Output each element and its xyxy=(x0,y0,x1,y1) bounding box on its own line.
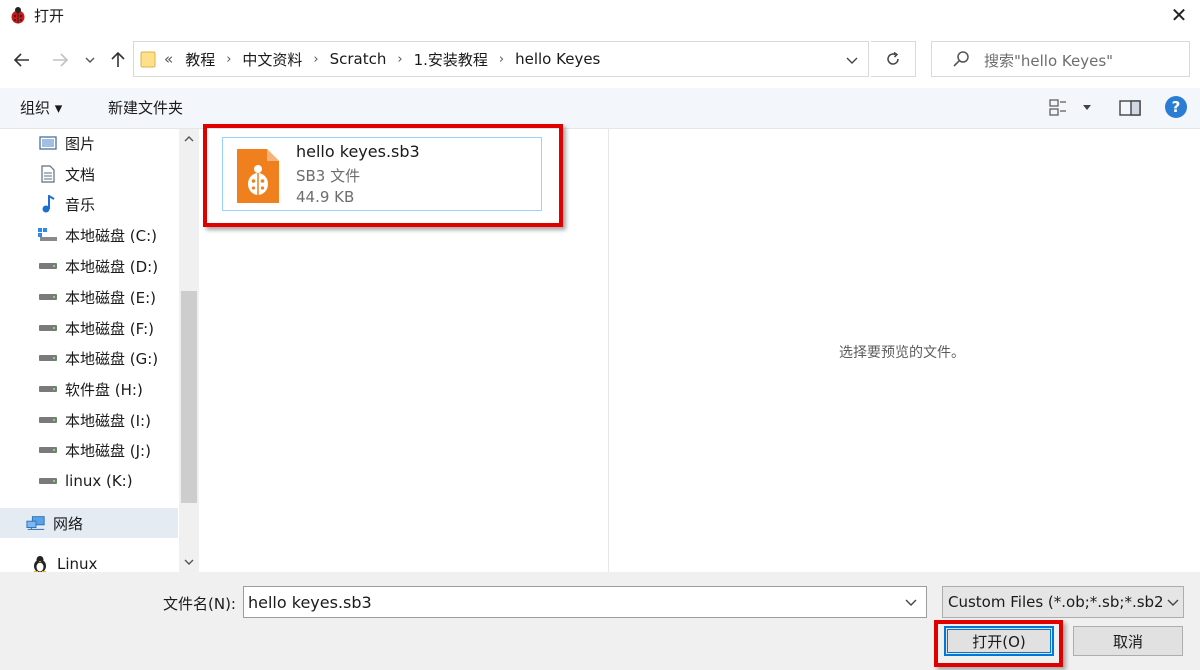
preview-pane-icon xyxy=(1119,100,1141,116)
chevron-right-icon[interactable]: › xyxy=(397,52,402,67)
refresh-button[interactable] xyxy=(871,41,916,77)
folder-icon xyxy=(140,51,156,68)
annotation-highlight-open-button xyxy=(934,620,1063,667)
refresh-icon xyxy=(887,51,899,65)
documents-icon xyxy=(38,165,58,183)
chevron-down-icon xyxy=(1167,599,1179,606)
nav-item-drive-j[interactable]: 本地磁盘 (J:) xyxy=(38,436,151,464)
preview-message: 选择要预览的文件。 xyxy=(839,345,965,361)
nav-item-drive-i[interactable]: 本地磁盘 (I:) xyxy=(38,406,151,434)
nav-item-drive-g[interactable]: 本地磁盘 (G:) xyxy=(38,344,158,372)
breadcrumb-item[interactable]: 教程 xyxy=(185,49,215,70)
arrow-right-icon xyxy=(53,53,68,67)
network-icon xyxy=(26,515,46,531)
file-type-filter-value: Custom Files (*.ob;*.sb;*.sb2; xyxy=(948,593,1169,611)
filename-label: 文件名(N): xyxy=(163,595,236,613)
nav-item-drive-d[interactable]: 本地磁盘 (D:) xyxy=(38,252,158,280)
chevron-up-icon xyxy=(184,136,194,142)
linux-penguin-icon xyxy=(30,556,50,573)
nav-item-drive-h[interactable]: 软件盘 (H:) xyxy=(38,375,143,403)
back-button[interactable] xyxy=(8,46,36,74)
close-icon: ✕ xyxy=(1170,3,1188,27)
breadcrumb-overflow[interactable]: « xyxy=(164,50,173,68)
close-button[interactable]: ✕ xyxy=(1158,0,1200,30)
address-history-dropdown[interactable] xyxy=(838,46,866,74)
help-icon: ? xyxy=(1171,98,1181,116)
pictures-icon xyxy=(38,135,58,151)
organize-menu-button[interactable]: 组织 ▾ xyxy=(20,97,62,118)
scrollbar-thumb[interactable] xyxy=(181,291,197,503)
new-folder-button[interactable]: 新建文件夹 xyxy=(108,97,183,118)
chevron-down-icon xyxy=(846,57,858,64)
nav-item-drive-c[interactable]: 本地磁盘 (C:) xyxy=(38,221,157,249)
title-bar: 打开 ✕ xyxy=(0,0,1200,30)
chevron-down-icon xyxy=(905,599,917,606)
breadcrumb-item[interactable]: hello Keyes xyxy=(515,50,600,68)
arrow-up-icon xyxy=(111,52,125,67)
up-folder-button[interactable] xyxy=(104,46,132,74)
drive-icon xyxy=(38,442,58,458)
chevron-right-icon[interactable]: › xyxy=(226,52,231,67)
cancel-button[interactable]: 取消 xyxy=(1073,626,1183,656)
breadcrumb-item[interactable]: 中文资料 xyxy=(242,49,302,70)
music-icon xyxy=(38,195,58,213)
nav-scrollbar[interactable] xyxy=(179,129,199,572)
drive-icon xyxy=(38,412,58,428)
filter-dropdown-arrow[interactable] xyxy=(1163,587,1183,617)
annotation-highlight-file xyxy=(203,124,563,227)
nav-item-pictures[interactable]: 图片 xyxy=(38,129,95,157)
preview-pane-button[interactable] xyxy=(1118,96,1142,120)
chevron-right-icon[interactable]: › xyxy=(499,52,504,67)
drive-icon xyxy=(38,258,58,274)
drive-icon xyxy=(38,289,58,305)
help-button[interactable]: ? xyxy=(1165,96,1187,118)
window-title: 打开 xyxy=(34,7,65,25)
chevron-down-icon xyxy=(184,559,194,565)
scroll-down-button[interactable] xyxy=(179,552,199,572)
arrow-left-icon xyxy=(14,53,29,67)
change-view-button[interactable] xyxy=(1048,96,1094,120)
chevron-right-icon[interactable]: › xyxy=(313,52,318,67)
search-icon xyxy=(953,51,969,67)
nav-item-music[interactable]: 音乐 xyxy=(38,190,95,218)
breadcrumb-item[interactable]: 1.安装教程 xyxy=(414,49,488,70)
nav-item-drive-k[interactable]: linux (K:) xyxy=(38,467,133,495)
file-type-filter-select[interactable]: Custom Files (*.ob;*.sb;*.sb2; xyxy=(942,586,1184,618)
nav-item-documents[interactable]: 文档 xyxy=(38,160,95,188)
nav-item-drive-e[interactable]: 本地磁盘 (E:) xyxy=(38,283,156,311)
address-bar[interactable]: « 教程 › 中文资料 › Scratch › 1.安装教程 › hello K… xyxy=(133,41,869,77)
drive-icon xyxy=(38,320,58,336)
drive-icon xyxy=(38,473,58,489)
breadcrumb-item[interactable]: Scratch xyxy=(330,50,387,68)
breadcrumb: « 教程 › 中文资料 › Scratch › 1.安装教程 › hello K… xyxy=(164,42,600,76)
filename-input[interactable] xyxy=(243,586,927,618)
nav-item-network[interactable]: 网络 xyxy=(26,509,83,537)
preview-pane: 选择要预览的文件。 xyxy=(608,129,1200,572)
filename-history-dropdown[interactable] xyxy=(898,589,924,615)
search-box[interactable]: 搜索"hello Keyes" xyxy=(931,41,1190,77)
scroll-up-button[interactable] xyxy=(179,129,199,149)
drive-icon xyxy=(38,350,58,366)
view-options-icon xyxy=(1049,99,1091,116)
toolbar: 组织 ▾ 新建文件夹 ? xyxy=(0,88,1200,129)
forward-button[interactable] xyxy=(46,46,74,74)
recent-locations-button[interactable] xyxy=(80,46,100,74)
navigation-pane: 图片 文档 音乐 本地磁盘 (C:) 本地磁盘 (D:) 本地磁盘 (E:) 本… xyxy=(0,129,199,573)
system-drive-icon xyxy=(38,227,58,243)
ladybug-app-icon xyxy=(11,7,25,24)
drive-icon xyxy=(38,381,58,397)
chevron-down-icon xyxy=(85,57,95,63)
nav-item-drive-f[interactable]: 本地磁盘 (F:) xyxy=(38,314,154,342)
search-placeholder: 搜索"hello Keyes" xyxy=(984,52,1114,70)
